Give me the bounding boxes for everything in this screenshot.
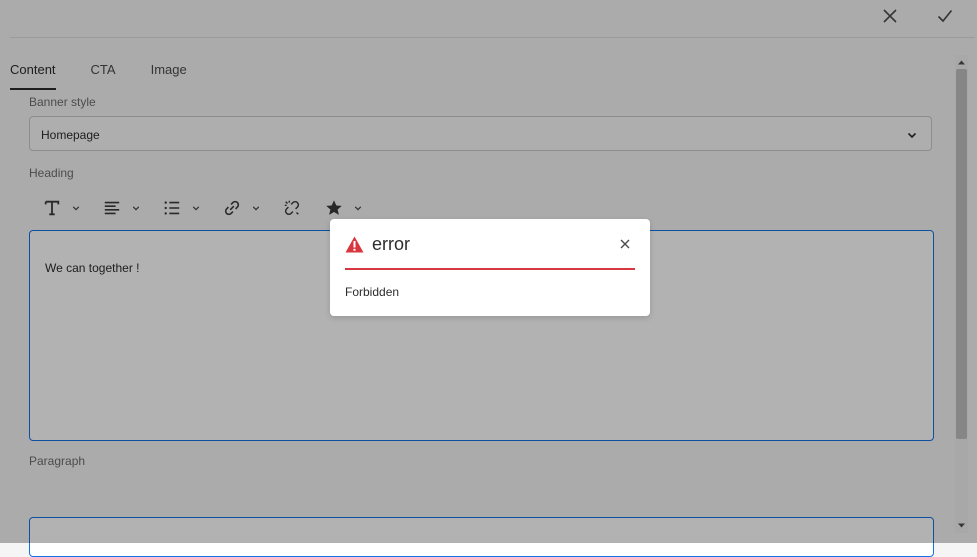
dialog-message: Forbidden [345,285,400,299]
dialog-close-button[interactable] [618,237,632,251]
close-icon [620,239,630,249]
dialog-header: error [345,234,635,270]
alert-icon [345,236,364,253]
error-dialog: error Forbidden [330,219,650,316]
dialog-title: error [372,234,411,254]
